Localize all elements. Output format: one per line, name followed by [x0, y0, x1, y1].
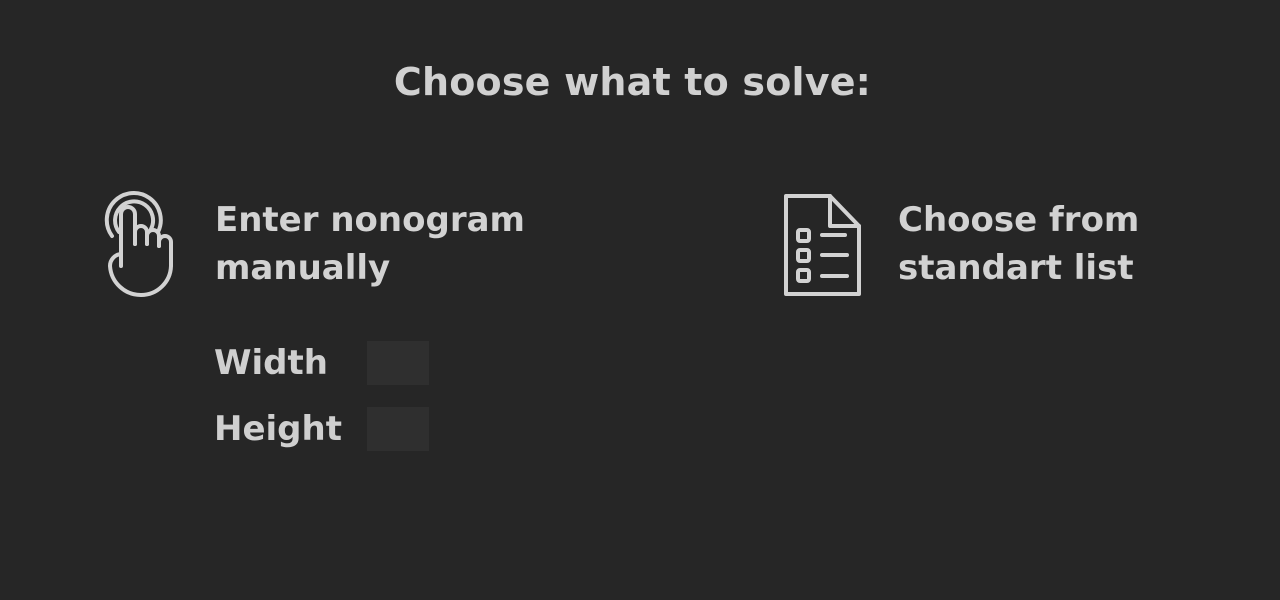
height-input[interactable] — [367, 407, 429, 451]
height-label: Height — [214, 409, 342, 449]
width-label: Width — [214, 343, 328, 383]
choose-from-list-line2: standart list — [898, 248, 1134, 288]
choose-from-list-line1: Choose from — [898, 200, 1140, 240]
enter-manually-option[interactable]: Enter nonogram manually — [98, 186, 525, 302]
width-row: Width — [214, 340, 429, 386]
choose-from-list-label: Choose from standart list — [898, 196, 1139, 292]
dimension-fields: Width Height — [214, 340, 429, 472]
width-input[interactable] — [367, 341, 429, 385]
enter-manually-line2: manually — [215, 248, 391, 288]
tap-hand-icon — [98, 186, 178, 302]
height-row: Height — [214, 406, 429, 452]
list-document-icon — [780, 192, 862, 302]
choose-from-list-option[interactable]: Choose from standart list — [780, 192, 1139, 302]
choose-screen: Choose what to solve: Enter nonogram man… — [0, 0, 1280, 600]
enter-manually-line1: Enter nonogram — [215, 200, 525, 240]
page-title: Choose what to solve: — [393, 60, 872, 104]
enter-manually-label: Enter nonogram manually — [215, 196, 525, 292]
